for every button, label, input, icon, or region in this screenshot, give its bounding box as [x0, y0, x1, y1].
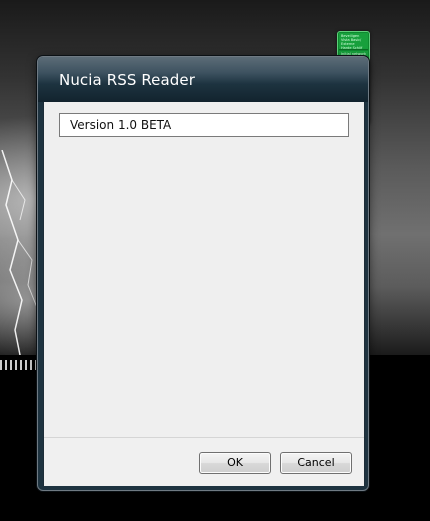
city-lights	[0, 360, 40, 370]
version-field: Version 1.0 BETA	[59, 113, 349, 137]
ok-button[interactable]: OK	[199, 452, 271, 474]
lightning-bolt-graphic	[1, 150, 39, 380]
dialog-title: Nucia RSS Reader	[59, 71, 196, 89]
version-label: Version 1.0 BETA	[70, 118, 172, 132]
dialog-body: Version 1.0 BETA OK Cancel	[43, 102, 365, 486]
cancel-button[interactable]: Cancel	[280, 452, 352, 474]
dialog-button-bar: OK Cancel	[44, 437, 364, 486]
gadget-feed-item[interactable]: Beveiligen Vista Basic/ Externe Harde Sc…	[339, 33, 368, 50]
dialog-titlebar[interactable]: Nucia RSS Reader	[38, 57, 368, 102]
about-dialog: Nucia RSS Reader Version 1.0 BETA OK Can…	[37, 56, 369, 491]
